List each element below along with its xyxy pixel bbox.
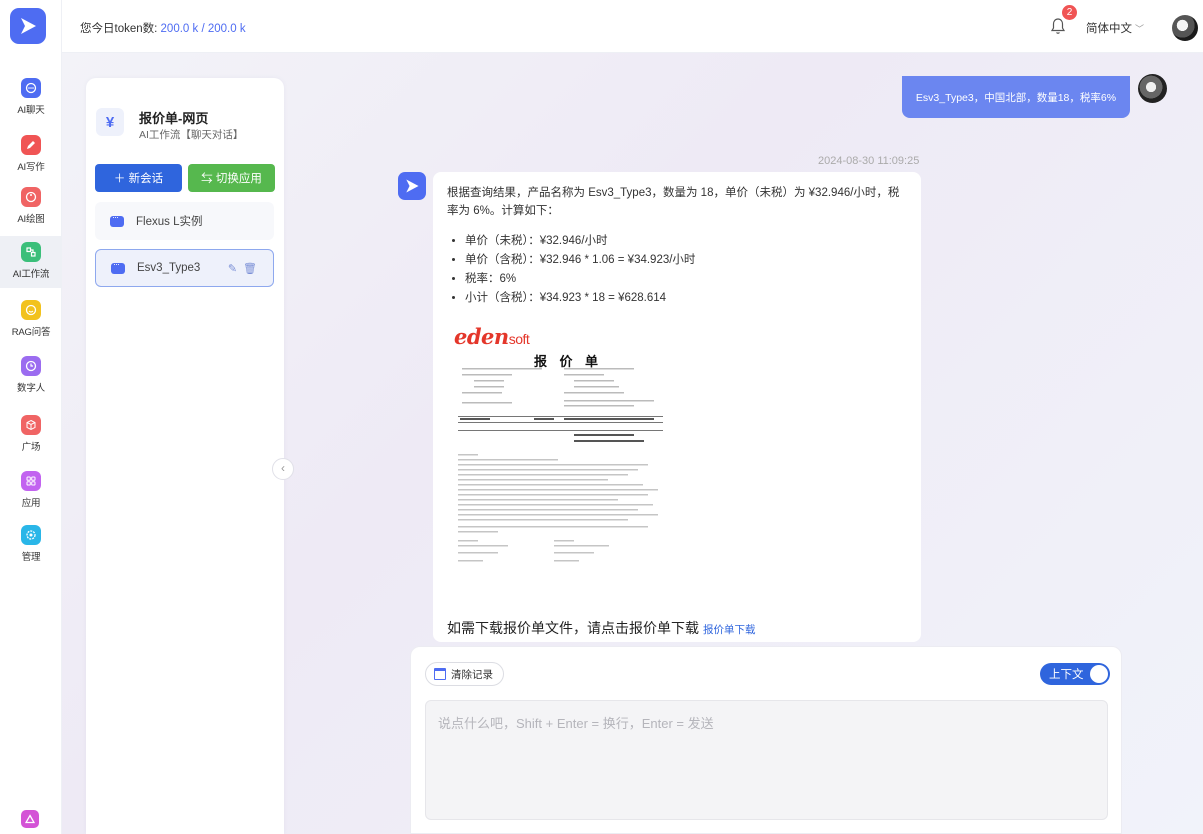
- calculation-list: 单价（未税）：¥32.946/小时 单价（含税）：¥32.946 * 1.06 …: [465, 232, 907, 308]
- bot-message: 根据查询结果，产品名称为 Esv3_Type3，数量为 18，单价（未税）为 ¥…: [433, 172, 921, 642]
- token-label: 您今日token数:: [80, 23, 161, 35]
- nav-item-ai-workflow[interactable]: AI工作流: [0, 236, 62, 288]
- clear-history-button[interactable]: 清除记录: [425, 662, 504, 686]
- session-item-active[interactable]: Esv3_Type3 ✎🗑: [95, 249, 274, 287]
- bot-avatar: [398, 172, 426, 200]
- download-text: 如需下载报价单文件，请点击报价单下载: [447, 620, 699, 636]
- triangle-icon[interactable]: [21, 810, 39, 828]
- collapse-panel-button[interactable]: ‹: [272, 458, 294, 480]
- nav-item-apps[interactable]: 应用: [0, 465, 62, 517]
- language-selector[interactable]: 简体中文 ﹀: [1086, 20, 1144, 36]
- nav-item-digital-human[interactable]: 数字人: [0, 350, 62, 402]
- pen-icon: [21, 135, 41, 155]
- document-text-lines: [458, 368, 663, 562]
- chevron-down-icon: ﹀: [1135, 24, 1145, 34]
- nav-label: AI聊天: [17, 105, 45, 116]
- user-avatar[interactable]: [1172, 15, 1198, 41]
- apps-icon: [21, 471, 41, 491]
- palette-icon: [21, 187, 41, 207]
- nav-label: AI写作: [17, 162, 45, 173]
- token-value: 200.0 k / 200.0 k: [160, 23, 246, 35]
- bot-intro-text: 根据查询结果，产品名称为 Esv3_Type3，数量为 18，单价（未税）为 ¥…: [447, 187, 900, 217]
- cube-icon: [21, 415, 41, 435]
- session-panel: ¥ 报价单-网页 AI工作流【聊天对话】 ＋ 新会话 ⇆ 切换应用 Flexus…: [86, 78, 284, 834]
- app-logo[interactable]: [10, 8, 46, 44]
- new-chat-button[interactable]: ＋ 新会话: [95, 164, 182, 192]
- message-timestamp: 2024-08-30 11:09:25: [818, 155, 920, 167]
- bell-icon[interactable]: [1050, 17, 1066, 35]
- list-item: 单价（未税）：¥32.946/小时: [465, 232, 907, 251]
- delete-icon[interactable]: 🗑: [243, 263, 263, 275]
- toggle-knob: [1090, 665, 1108, 683]
- nav-item-ai-chat[interactable]: AI聊天: [0, 72, 62, 124]
- session-label: Esv3_Type3: [137, 262, 201, 274]
- logo-play-icon: [21, 18, 36, 34]
- input-card: 清除记录 上下文: [410, 646, 1122, 834]
- nav-label: AI绘图: [17, 214, 45, 225]
- edit-icon[interactable]: ✎: [228, 263, 243, 275]
- nav-label: RAG问答: [11, 327, 51, 338]
- yen-app-icon: ¥: [96, 108, 124, 136]
- nav-label: 数字人: [17, 383, 45, 394]
- notification-badge: 2: [1062, 5, 1077, 20]
- download-prompt: 如需下载报价单文件，请点击报价单下载 报价单下载: [447, 618, 756, 638]
- download-link[interactable]: 报价单下载: [703, 624, 756, 636]
- nav-label: 广场: [21, 442, 41, 453]
- message-input[interactable]: [425, 700, 1108, 820]
- list-item: 小计（含税）：¥34.923 * 18 = ¥628.614: [465, 289, 907, 308]
- nav-item-ai-writing[interactable]: AI写作: [0, 129, 62, 181]
- logo-play-icon: [406, 179, 419, 193]
- edensoft-logo: edensoft: [454, 324, 530, 349]
- nav-label: 管理: [21, 552, 41, 563]
- session-label: Flexus L实例: [136, 216, 203, 228]
- digital-human-icon: [21, 356, 41, 376]
- nav-item-rag-qa[interactable]: RAG问答: [0, 294, 62, 346]
- nav-label: AI工作流: [12, 269, 50, 280]
- clear-label: 清除记录: [451, 668, 493, 681]
- context-label: 上下文: [1049, 669, 1084, 681]
- session-item[interactable]: Flexus L实例: [95, 202, 274, 240]
- chat-icon: [110, 212, 124, 227]
- chat-bubble-icon: [21, 78, 41, 98]
- token-usage: 您今日token数: 200.0 k / 200.0 k: [80, 20, 246, 36]
- top-bar: 您今日token数: 200.0 k / 200.0 k 2 简体中文 ﹀: [62, 0, 1203, 53]
- user-avatar: [1138, 74, 1167, 103]
- list-item: 单价（含税）：¥32.946 * 1.06 = ¥34.923/小时: [465, 251, 907, 270]
- nav-label: 应用: [21, 498, 41, 509]
- context-toggle[interactable]: 上下文: [1040, 663, 1110, 685]
- list-item: 税率：6%: [465, 270, 907, 289]
- quote-document-image[interactable]: edensoft 报 价 单: [452, 314, 677, 574]
- language-label: 简体中文: [1086, 23, 1132, 35]
- switch-app-button[interactable]: ⇆ 切换应用: [188, 164, 275, 192]
- user-message: Esv3_Type3，中国北部，数量18，税率6%: [902, 76, 1130, 118]
- workflow-icon: [21, 242, 41, 262]
- nav-item-admin[interactable]: 管理: [0, 519, 62, 571]
- left-nav-rail: AI聊天 AI写作 AI绘图 AI工作流 RAG问答 数字人 广场 应用 管理: [0, 0, 62, 834]
- app-title: 报价单-网页: [139, 111, 209, 126]
- broom-icon: [434, 668, 446, 680]
- qa-icon: [21, 300, 41, 320]
- session-actions: ✎🗑: [228, 262, 263, 275]
- nav-item-ai-drawing[interactable]: AI绘图: [0, 181, 62, 233]
- nav-item-plaza[interactable]: 广场: [0, 409, 62, 461]
- settings-icon: [21, 525, 41, 545]
- app-subtitle: AI工作流【聊天对话】: [139, 129, 244, 141]
- chat-icon: [111, 259, 125, 274]
